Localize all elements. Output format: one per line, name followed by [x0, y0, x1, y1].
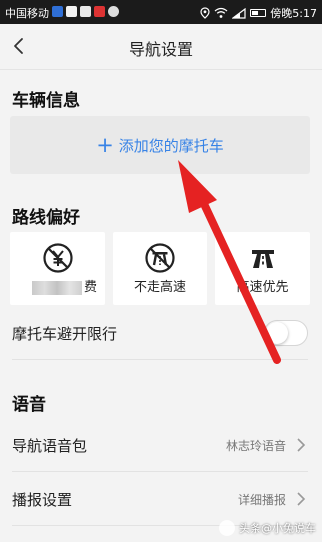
toggle-knob: [266, 322, 288, 344]
route-option-label: 费: [84, 280, 98, 295]
app-notification-icon: [66, 6, 77, 17]
avoid-restriction-toggle[interactable]: [264, 320, 308, 346]
status-bar: 中国移动 傍晚5:17: [0, 0, 322, 24]
app-notification-icon: [94, 6, 105, 17]
voice-pack-row[interactable]: 导航语音包 林志玲语音: [12, 418, 308, 472]
app-notification-icon: [80, 6, 91, 17]
add-motorcycle-label: 添加您的摩托车: [118, 136, 224, 155]
watermark: 头条@小兔说车: [219, 520, 316, 536]
avoid-restriction-row: 摩托车避开限行: [12, 306, 308, 360]
broadcast-settings-row[interactable]: 播报设置 详细播报: [12, 472, 308, 526]
plus-icon: +: [96, 133, 114, 157]
watermark-text: 头条@小兔说车: [239, 522, 316, 535]
chevron-right-icon: [297, 438, 306, 452]
route-option-no-highway[interactable]: 不走高速: [113, 232, 207, 305]
app-notification-icon: [52, 6, 63, 17]
no-highway-icon: [145, 243, 175, 273]
voice-pack-label: 导航语音包: [12, 437, 88, 455]
route-option-no-toll[interactable]: 费: [10, 232, 105, 305]
broadcast-settings-value: 详细播报: [237, 493, 286, 507]
signal-icon: [232, 7, 246, 19]
route-option-label: 高速优先: [236, 280, 289, 295]
avoid-restriction-label: 摩托车避开限行: [12, 325, 118, 343]
voice-pack-value: 林志玲语音: [225, 439, 286, 453]
chat-notification-icon: [108, 6, 119, 17]
route-option-label: 不走高速: [133, 280, 186, 295]
no-toll-icon: [42, 243, 73, 273]
carrier-label: 中国移动: [5, 7, 49, 20]
battery-icon: [250, 9, 267, 17]
voice-section-title: 语音: [12, 395, 46, 415]
add-motorcycle-button[interactable]: + 添加您的摩托车: [10, 116, 310, 174]
page-title: 导航设置: [128, 40, 193, 59]
wifi-icon: [214, 7, 228, 18]
route-option-highway-first[interactable]: 高速优先: [215, 232, 310, 305]
route-section-title: 路线偏好: [12, 208, 80, 228]
broadcast-settings-label: 播报设置: [12, 491, 73, 509]
nav-header: 导航设置: [0, 24, 322, 70]
notification-icons: [52, 6, 119, 17]
watermark-logo-icon: [219, 520, 235, 536]
chevron-right-icon: [297, 492, 306, 506]
location-icon: [200, 7, 210, 19]
status-time: 傍晚5:17: [270, 7, 317, 20]
obscured-label: [32, 281, 82, 295]
highway-icon: [251, 250, 274, 268]
vehicle-section-title: 车辆信息: [12, 91, 80, 111]
